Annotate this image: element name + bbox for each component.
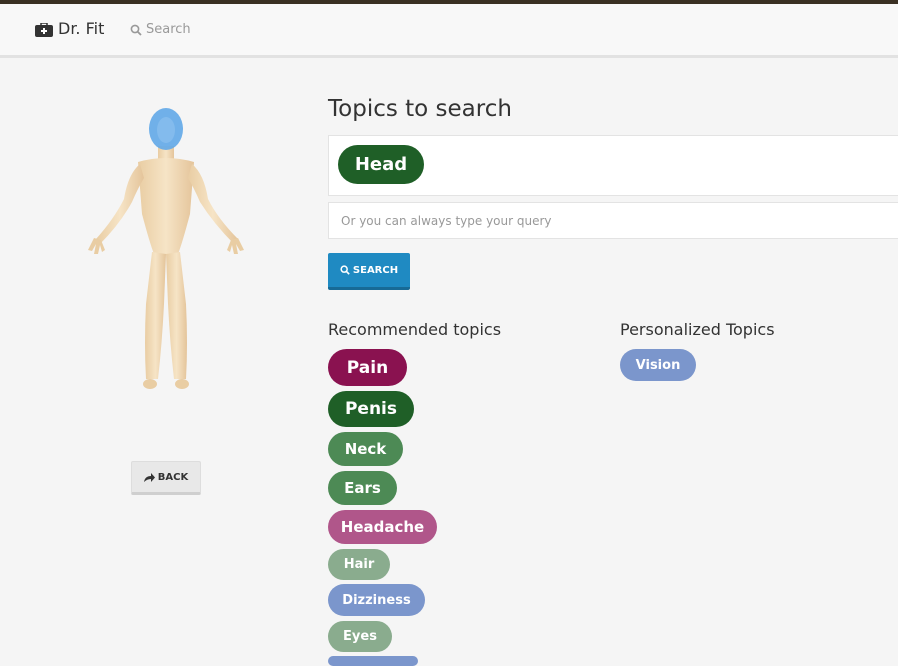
topics-title: Topics to search bbox=[328, 96, 512, 122]
back-button-label: BACK bbox=[157, 471, 189, 483]
nav-search-link[interactable]: Search bbox=[130, 22, 191, 37]
topic-pill-ears[interactable]: Ears bbox=[328, 471, 397, 505]
selected-topic-pill[interactable]: Head bbox=[338, 145, 424, 184]
body-torso[interactable] bbox=[138, 158, 194, 254]
body-left-arm[interactable] bbox=[96, 164, 144, 244]
personalized-pill-vision[interactable]: Vision bbox=[620, 349, 696, 381]
search-button-label: SEARCH bbox=[352, 264, 399, 276]
topic-pill-headache[interactable]: Headache bbox=[328, 510, 437, 544]
search-icon bbox=[340, 265, 350, 275]
search-button[interactable]: SEARCH bbox=[328, 253, 410, 290]
topic-pill-eyes[interactable]: Eyes bbox=[328, 621, 392, 652]
navbar: Dr. Fit Search bbox=[0, 4, 898, 58]
body-map[interactable] bbox=[86, 104, 246, 394]
brand-name: Dr. Fit bbox=[58, 19, 105, 38]
search-icon bbox=[130, 24, 142, 36]
body-right-hand[interactable] bbox=[227, 238, 244, 254]
share-arrow-icon bbox=[143, 472, 155, 482]
recommended-topics-heading: Recommended topics bbox=[328, 320, 502, 339]
body-right-foot[interactable] bbox=[175, 379, 189, 389]
body-left-leg[interactable] bbox=[145, 252, 166, 379]
back-button[interactable]: BACK bbox=[131, 461, 201, 495]
topic-pill-neck[interactable]: Neck bbox=[328, 432, 403, 466]
topic-pill-dizziness[interactable]: Dizziness bbox=[328, 584, 425, 616]
body-right-leg[interactable] bbox=[166, 252, 187, 379]
topic-pill-penis[interactable]: Penis bbox=[328, 391, 414, 427]
topic-pill-hair[interactable]: Hair bbox=[328, 549, 390, 580]
personalized-topics-heading: Personalized Topics bbox=[620, 320, 775, 339]
selected-topics-box: Head bbox=[328, 135, 898, 196]
brand[interactable]: Dr. Fit bbox=[35, 19, 104, 38]
body-right-arm[interactable] bbox=[188, 164, 238, 244]
topic-pill-pain[interactable]: Pain bbox=[328, 349, 407, 386]
medkit-icon bbox=[35, 21, 53, 37]
body-left-foot[interactable] bbox=[143, 379, 157, 389]
head-face-shading bbox=[157, 117, 175, 143]
nav-search-label: Search bbox=[146, 22, 191, 37]
query-input[interactable] bbox=[328, 202, 898, 239]
